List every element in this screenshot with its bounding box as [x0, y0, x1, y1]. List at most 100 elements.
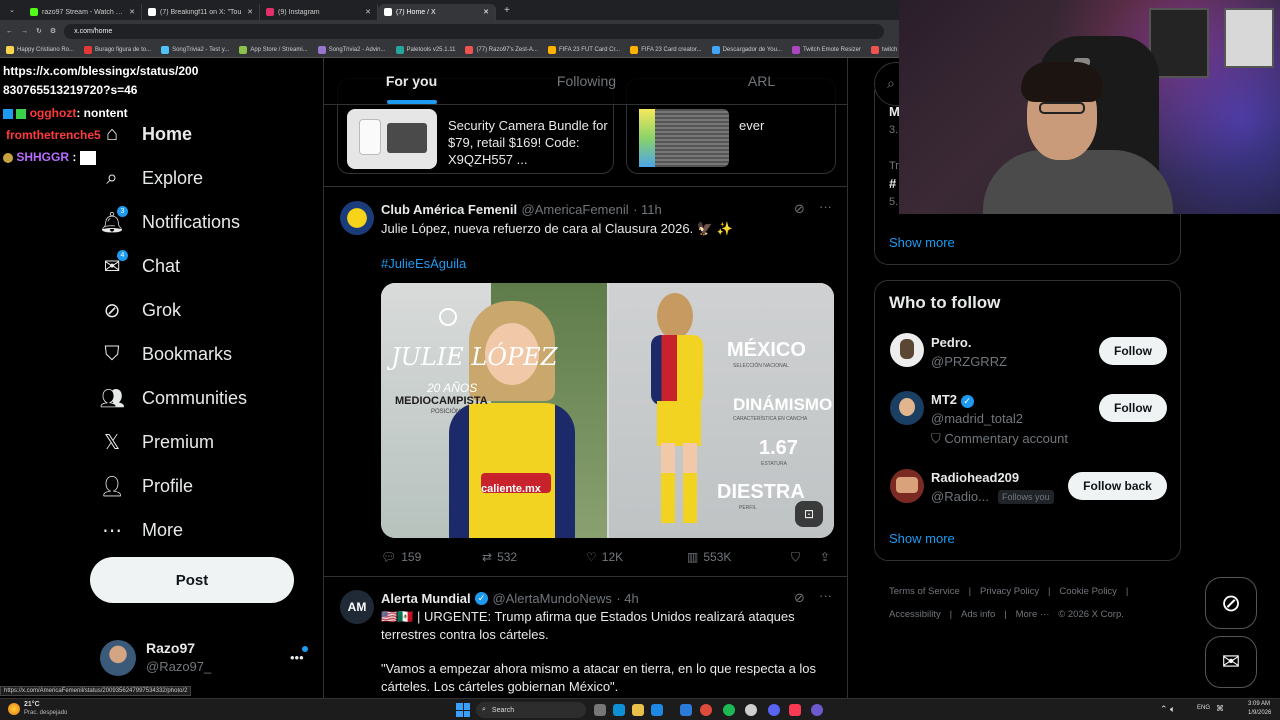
- footer-link[interactable]: More ···: [1016, 609, 1050, 620]
- close-icon[interactable]: ✕: [247, 8, 253, 16]
- bookmark-item[interactable]: FIFA 23 Card creator...: [630, 45, 702, 54]
- tweet[interactable]: AM Alerta Mundial ✓ @AlertaMundoNews · 4…: [324, 578, 847, 698]
- new-tab-button[interactable]: +: [496, 5, 510, 16]
- sidebar-item-chat[interactable]: ✉ 4 Chat: [100, 250, 180, 278]
- chrome-icon[interactable]: [700, 704, 712, 716]
- bookmark-item[interactable]: Happy Cristiano Ro...: [6, 45, 74, 54]
- author-name[interactable]: Club América Femenil: [381, 202, 517, 217]
- reload-icon[interactable]: ↻: [36, 27, 42, 35]
- tweet[interactable]: Club América Femenil @AmericaFemenil · 1…: [324, 187, 847, 577]
- avatar[interactable]: AM: [340, 590, 374, 624]
- tab-for-you[interactable]: For you: [324, 58, 499, 104]
- share-button[interactable]: ⇪: [820, 550, 830, 564]
- footer-link[interactable]: Cookie Policy: [1059, 586, 1117, 597]
- spotify-icon[interactable]: [723, 704, 735, 716]
- sidebar-item-bookmarks[interactable]: ⛉ Bookmarks: [100, 342, 233, 366]
- footer-link[interactable]: Ads info: [961, 609, 995, 620]
- tray-icons[interactable]: ⌃ 🔈︎: [1160, 704, 1175, 715]
- image-tag-icon[interactable]: ⊡: [795, 501, 823, 527]
- obs-icon[interactable]: [745, 704, 757, 716]
- url-field[interactable]: x.com/home: [64, 23, 885, 39]
- author-handle[interactable]: @AmericaFemenil: [522, 202, 629, 217]
- follow-handle[interactable]: @madrid_total2: [931, 411, 1023, 426]
- bookmark-item[interactable]: FIFA 23 FUT Card Cr...: [547, 45, 620, 54]
- footer-link[interactable]: Accessibility: [889, 609, 941, 620]
- views-button[interactable]: ▥ 553K: [687, 550, 731, 564]
- windows-start-icon[interactable]: [456, 703, 470, 717]
- back-icon[interactable]: ←: [6, 28, 13, 35]
- follow-name[interactable]: Pedro.: [931, 335, 971, 350]
- clock-time[interactable]: 3:09 AM: [1248, 701, 1270, 707]
- avatar[interactable]: [890, 391, 924, 425]
- media-image-right[interactable]: MÉXICO SELECCIÓN NACIONAL DINÁMISMO CARA…: [609, 283, 834, 538]
- account-switcher[interactable]: Razo97 @Razo97_ •••: [100, 640, 310, 680]
- bookmark-item[interactable]: Paletools v25.1.11: [395, 45, 455, 54]
- author-handle[interactable]: @AlertaMundoNews: [492, 591, 611, 606]
- sidebar-item-more[interactable]: ⋯ More: [100, 518, 183, 542]
- bookmark-item[interactable]: (77) Razo97's Zest-A...: [465, 45, 538, 54]
- show-more-link[interactable]: Show more: [889, 235, 955, 250]
- hashtag-link[interactable]: #JulieEsÁguila: [381, 255, 466, 273]
- reply-button[interactable]: 💬︎ 159: [381, 550, 421, 564]
- task-view-icon[interactable]: [594, 704, 606, 716]
- store-icon[interactable]: [651, 704, 663, 716]
- show-more-link[interactable]: Show more: [889, 531, 955, 546]
- discord-icon[interactable]: [768, 704, 780, 716]
- sidebar-item-premium[interactable]: 𝕏 Premium: [100, 430, 214, 454]
- avatar[interactable]: [890, 469, 924, 503]
- browser-tab-kick[interactable]: razo97 Stream - Watch Live on ✕: [24, 4, 142, 20]
- taskbar-search[interactable]: ⌕ Search: [476, 702, 586, 718]
- music-icon[interactable]: [789, 704, 801, 716]
- footer-link[interactable]: Terms of Service: [889, 586, 960, 597]
- follow-handle[interactable]: @Radio...: [931, 489, 989, 504]
- like-button[interactable]: ♡ 12K: [586, 550, 623, 564]
- bookmark-item[interactable]: Burago figura de to...: [84, 45, 151, 54]
- tab-search-icon[interactable]: ⌄: [0, 6, 24, 14]
- sidebar-item-notifications[interactable]: 🔔︎ 3 Notifications: [99, 206, 240, 234]
- bookmark-item[interactable]: SongTrivia2 - Advin...: [317, 45, 386, 54]
- language-indicator[interactable]: ENG: [1197, 705, 1210, 711]
- footer-link[interactable]: Privacy Policy: [980, 586, 1039, 597]
- more-icon[interactable]: ···: [819, 199, 832, 214]
- follow-back-button[interactable]: Follow back: [1068, 472, 1167, 500]
- site-info-icon[interactable]: ⚙: [50, 27, 56, 35]
- weather-temp[interactable]: 21°C: [24, 701, 40, 708]
- repost-button[interactable]: ⇄ 532: [482, 550, 517, 564]
- sidebar-item-home[interactable]: ⌂ Home: [100, 122, 192, 146]
- close-icon[interactable]: ✕: [365, 8, 371, 16]
- sidebar-item-grok[interactable]: ⊘ Grok: [100, 298, 181, 322]
- grok-icon[interactable]: ⊘: [794, 590, 805, 606]
- tweet-time[interactable]: · 4h: [616, 591, 638, 606]
- bookmark-button[interactable]: ⛉: [791, 550, 800, 565]
- tweet-time[interactable]: · 11h: [633, 202, 662, 217]
- grok-floating-icon[interactable]: ⊘: [1205, 577, 1257, 629]
- app-icon[interactable]: [680, 704, 692, 716]
- tab-arl[interactable]: ARL: [674, 58, 847, 104]
- more-icon[interactable]: •••: [290, 650, 304, 665]
- follow-name[interactable]: Radiohead209: [931, 470, 1019, 485]
- bookmark-item[interactable]: twitch em: [870, 45, 900, 54]
- grok-icon[interactable]: ⊘: [794, 201, 805, 217]
- browser-tab-instagram[interactable]: (9) Instagram ✕: [260, 4, 378, 20]
- more-icon[interactable]: ···: [819, 588, 832, 603]
- bookmark-item[interactable]: Descargador de You...: [711, 45, 782, 54]
- post-button[interactable]: Post: [90, 557, 294, 603]
- avatar[interactable]: [340, 201, 374, 235]
- app-icon[interactable]: [811, 704, 823, 716]
- close-icon[interactable]: ✕: [483, 8, 489, 16]
- follow-button[interactable]: Follow: [1099, 337, 1167, 365]
- bookmark-item[interactable]: App Store / Streami...: [239, 45, 308, 54]
- sidebar-item-profile[interactable]: 👤︎ Profile: [99, 474, 193, 498]
- sidebar-item-explore[interactable]: ⌕ Explore: [100, 166, 203, 190]
- browser-tab-x-breaking[interactable]: (7) Breakingf11 on X: "Tou ✕: [142, 4, 260, 20]
- media-image-left[interactable]: JULIE LÓPEZ 20 AÑOS MEDIOCAMPISTA POSICI…: [381, 283, 607, 538]
- file-explorer-icon[interactable]: [632, 704, 644, 716]
- follow-handle[interactable]: @PRZGRRZ: [931, 354, 1007, 369]
- clock-date[interactable]: 1/9/2026: [1248, 710, 1271, 716]
- tweet-media[interactable]: JULIE LÓPEZ 20 AÑOS MEDIOCAMPISTA POSICI…: [381, 283, 834, 538]
- close-icon[interactable]: ✕: [129, 8, 135, 16]
- bookmark-item[interactable]: Twitch Emote Resizer: [791, 45, 861, 54]
- follow-button[interactable]: Follow: [1099, 394, 1167, 422]
- sidebar-item-communities[interactable]: 👥︎ Communities: [99, 386, 247, 410]
- forward-icon[interactable]: →: [21, 28, 28, 35]
